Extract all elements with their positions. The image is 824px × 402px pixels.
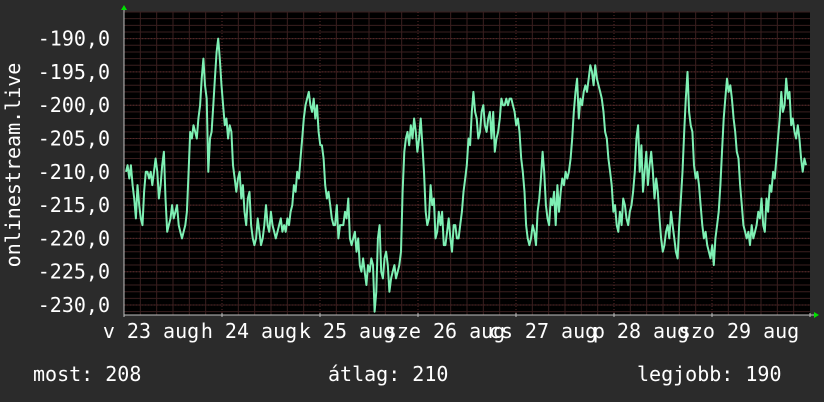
x-tick-labels: v 23 aug h 24 aug k 25 augsze 26 augcs 27 … bbox=[103, 319, 799, 343]
y-tick-label: -220,0 bbox=[38, 226, 110, 250]
y-tick-label: -215,0 bbox=[38, 193, 110, 217]
x-tick-label: p 28 aug bbox=[593, 319, 689, 343]
x-axis-arrow bbox=[814, 312, 819, 318]
y-tick-label: -230,0 bbox=[38, 293, 110, 317]
y-axis-arrow bbox=[121, 5, 127, 10]
footer-current: most: 208 bbox=[33, 362, 142, 386]
y-tick-label: -190,0 bbox=[38, 27, 110, 51]
y-tick-label: -205,0 bbox=[38, 127, 110, 151]
footer-average: átlag: 210 bbox=[328, 362, 449, 386]
footer-best: legjobb: 190 bbox=[637, 362, 782, 386]
x-tick-label: sze 26 aug bbox=[385, 319, 505, 343]
x-tick-label: h 24 aug bbox=[201, 319, 297, 343]
y-tick-label: -200,0 bbox=[38, 93, 110, 117]
line-chart: -190,0 -195,0 -200,0 -205,0 -210,0 -215,0 -220… bbox=[38, 5, 819, 343]
x-tick-label: cs 27 aug bbox=[489, 319, 597, 343]
y-axis-label-wrap: onlinestream.live bbox=[0, 0, 26, 320]
y-tick-labels: -190,0 -195,0 -200,0 -205,0 -210,0 -215,0 -220… bbox=[38, 27, 110, 317]
y-tick-label: -225,0 bbox=[38, 260, 110, 284]
y-tick-label: -195,0 bbox=[38, 60, 110, 84]
y-axis-label: onlinestream.live bbox=[1, 62, 25, 268]
x-tick-label: k 25 aug bbox=[299, 319, 395, 343]
y-tick-label: -210,0 bbox=[38, 160, 110, 184]
x-tick-label: v 23 aug bbox=[103, 319, 199, 343]
x-tick-label: szo 29 aug bbox=[679, 319, 799, 343]
